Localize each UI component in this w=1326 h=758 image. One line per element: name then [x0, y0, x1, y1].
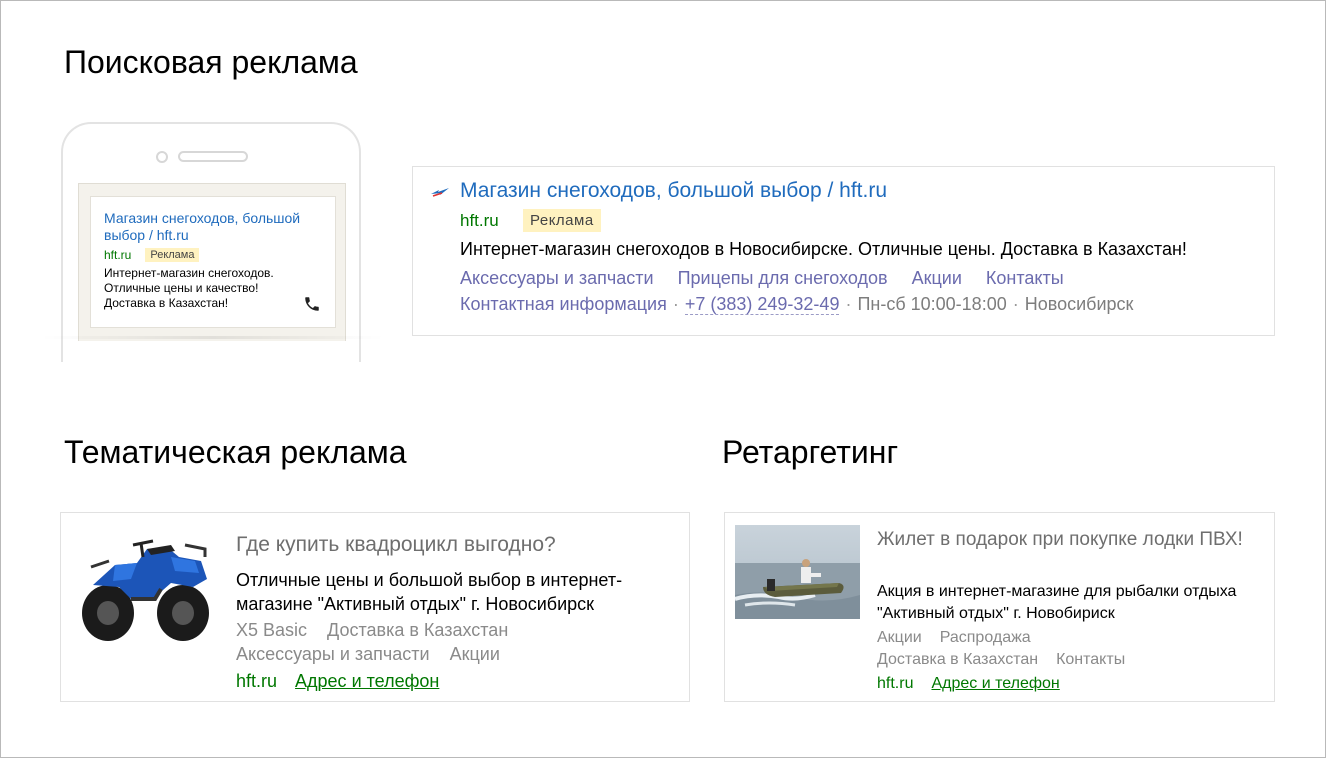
boat-image[interactable]: [735, 525, 860, 619]
search-ad-contact-row: Контактная информация · +7 (383) 249-32-49…: [460, 294, 1133, 315]
search-ad-text: Интернет-магазин снегоходов в Новосибирс…: [460, 239, 1187, 259]
contact-city: Новосибирск: [1024, 294, 1134, 314]
retargeting-ad-domain[interactable]: hft.ru: [877, 675, 913, 693]
thematic-ad-address-link[interactable]: Адрес и телефон: [295, 671, 439, 692]
retargeting-ad-footer: hft.ru Адрес и телефон: [877, 675, 1060, 693]
phone-mockup: Магазин снегоходов, большой выбор / hft.…: [61, 122, 361, 362]
mobile-ad-badge: Реклама: [145, 248, 200, 262]
thematic-ad-domain[interactable]: hft.ru: [236, 671, 277, 692]
thematic-ad-text: Отличные цены и большой выбор в интернет…: [236, 570, 623, 614]
section-title-thematic: Тематическая реклама: [64, 434, 407, 470]
snowmobile-favicon-icon: [431, 188, 449, 197]
sitelink-contacts[interactable]: Контакты: [986, 268, 1064, 289]
sitelink-promotions[interactable]: Акции: [912, 268, 962, 289]
mobile-ad-title-link[interactable]: Магазин снегоходов, большой выбор / hft.…: [104, 210, 322, 244]
retargeting-ad-links-row2: Доставка в Казахстан Контакты: [877, 651, 1125, 669]
retargeting-ad-card[interactable]: Жилет в подарок при покупке лодки ПВХ! А…: [724, 512, 1275, 702]
link-x5-basic[interactable]: X5 Basic: [236, 620, 307, 641]
thematic-ad-links-row1: X5 Basic Доставка в Казахстан: [236, 620, 508, 641]
retargeting-ad-links-row1: Акции Распродажа: [877, 629, 1031, 647]
thematic-ad-card[interactable]: Где купить квадроцикл выгодно? Отличные …: [60, 512, 690, 702]
section-title-retargeting: Ретаргетинг: [722, 434, 899, 470]
separator-dot: ·: [1012, 294, 1019, 314]
section-title-search: Поисковая реклама: [64, 44, 358, 80]
phone-screen: Магазин снегоходов, большой выбор / hft.…: [78, 183, 346, 341]
retargeting-ad-address-link[interactable]: Адрес и телефон: [931, 675, 1059, 693]
mobile-ad-text: Интернет-магазин снегоходов. Отличные це…: [104, 266, 274, 310]
retargeting-ad-title-link[interactable]: Жилет в подарок при покупке лодки ПВХ!: [877, 527, 1257, 552]
link-promotions[interactable]: Акции: [450, 644, 500, 665]
search-ad-domain[interactable]: hft.ru: [460, 211, 499, 231]
atv-image[interactable]: [75, 527, 215, 647]
thematic-ad-links-row2: Аксессуары и запчасти Акции: [236, 644, 500, 665]
contact-hours: Пн-сб 10:00-18:00: [857, 294, 1007, 314]
link-delivery-kazakhstan[interactable]: Доставка в Казахстан: [327, 620, 508, 641]
search-ad-title-link[interactable]: Магазин снегоходов, большой выбор / hft.…: [460, 179, 887, 203]
phone-camera: [156, 151, 168, 163]
link-accessories[interactable]: Аксессуары и запчасти: [236, 644, 430, 665]
separator-dot: ·: [845, 294, 852, 314]
sitelink-accessories[interactable]: Аксессуары и запчасти: [460, 268, 654, 289]
retargeting-ad-text: Акция в интернет-магазине для рыбалки от…: [877, 583, 1237, 622]
thematic-ad-title-link[interactable]: Где купить квадроцикл выгодно?: [236, 533, 556, 557]
thematic-ad-footer: hft.ru Адрес и телефон: [236, 671, 439, 692]
phone-shadow: [40, 336, 385, 339]
link-sale[interactable]: Распродажа: [940, 629, 1031, 647]
mobile-ad-card[interactable]: Магазин снегоходов, большой выбор / hft.…: [90, 196, 336, 328]
contact-phone-link[interactable]: +7 (383) 249-32-49: [684, 294, 840, 315]
search-ad-card[interactable]: Магазин снегоходов, большой выбор / hft.…: [412, 166, 1275, 336]
phone-speaker: [178, 151, 248, 162]
link-contacts[interactable]: Контакты: [1056, 651, 1125, 669]
contact-info-link[interactable]: Контактная информация: [460, 294, 667, 314]
sitelink-trailers[interactable]: Прицепы для снегоходов: [678, 268, 888, 289]
mobile-ad-domain[interactable]: hft.ru: [104, 248, 131, 262]
search-ad-sitelinks: Аксессуары и запчасти Прицепы для снегох…: [460, 268, 1064, 289]
search-ad-badge: Реклама: [523, 209, 601, 232]
link-delivery-kazakhstan[interactable]: Доставка в Казахстан: [877, 651, 1038, 669]
separator-dot: ·: [672, 294, 679, 314]
phone-call-icon[interactable]: [303, 295, 321, 313]
mobile-ad-domain-row: hft.ru Реклама: [104, 248, 322, 262]
link-promotions[interactable]: Акции: [877, 629, 922, 647]
